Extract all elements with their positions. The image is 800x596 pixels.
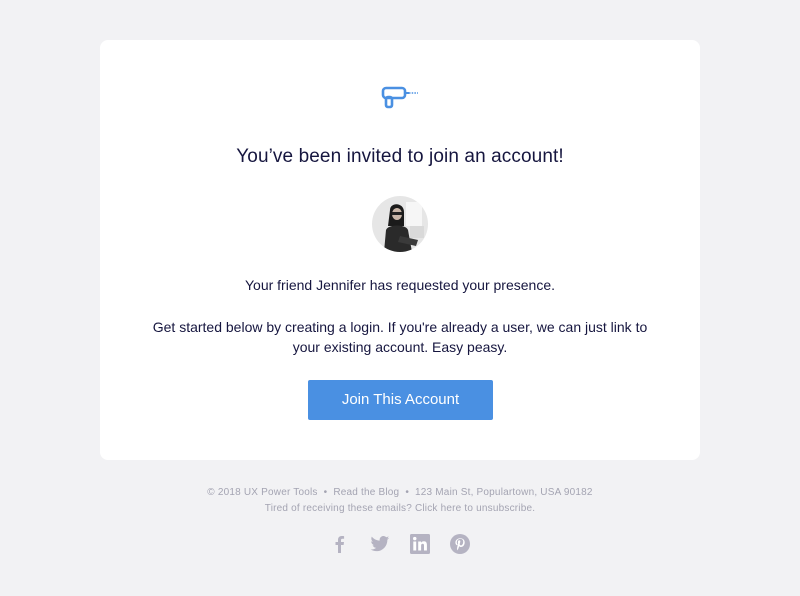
social-links <box>330 534 470 554</box>
instructions-text: Get started below by creating a login. I… <box>140 317 660 357</box>
avatar <box>372 196 428 252</box>
pinterest-icon[interactable] <box>450 534 470 554</box>
instructions-line-1: Get started below by creating a login. I… <box>152 319 648 335</box>
address-text: 123 Main St, Populartown, USA 90182 <box>415 487 593 498</box>
separator: • <box>323 487 328 498</box>
linkedin-icon[interactable] <box>410 534 430 554</box>
invite-headline: You’ve been invited to join an account! <box>236 146 564 167</box>
join-account-button[interactable]: Join This Account <box>308 380 493 420</box>
instructions-line-2: your existing account. Easy peasy. <box>292 339 508 355</box>
friend-request-text: Your friend Jennifer has requested your … <box>244 277 555 293</box>
drill-logo-icon <box>381 86 419 110</box>
copyright-text: © 2018 UX Power Tools <box>207 487 318 498</box>
email-card: You’ve been invited to join an account! … <box>100 40 700 460</box>
unsubscribe-link[interactable]: Tired of receiving these emails? Click h… <box>0 503 800 514</box>
blog-link[interactable]: Read the Blog <box>333 487 399 498</box>
twitter-icon[interactable] <box>370 534 390 554</box>
facebook-icon[interactable] <box>330 534 350 554</box>
separator: • <box>405 487 410 498</box>
footer-info: © 2018 UX Power Tools • Read the Blog • 123 … <box>0 487 800 498</box>
